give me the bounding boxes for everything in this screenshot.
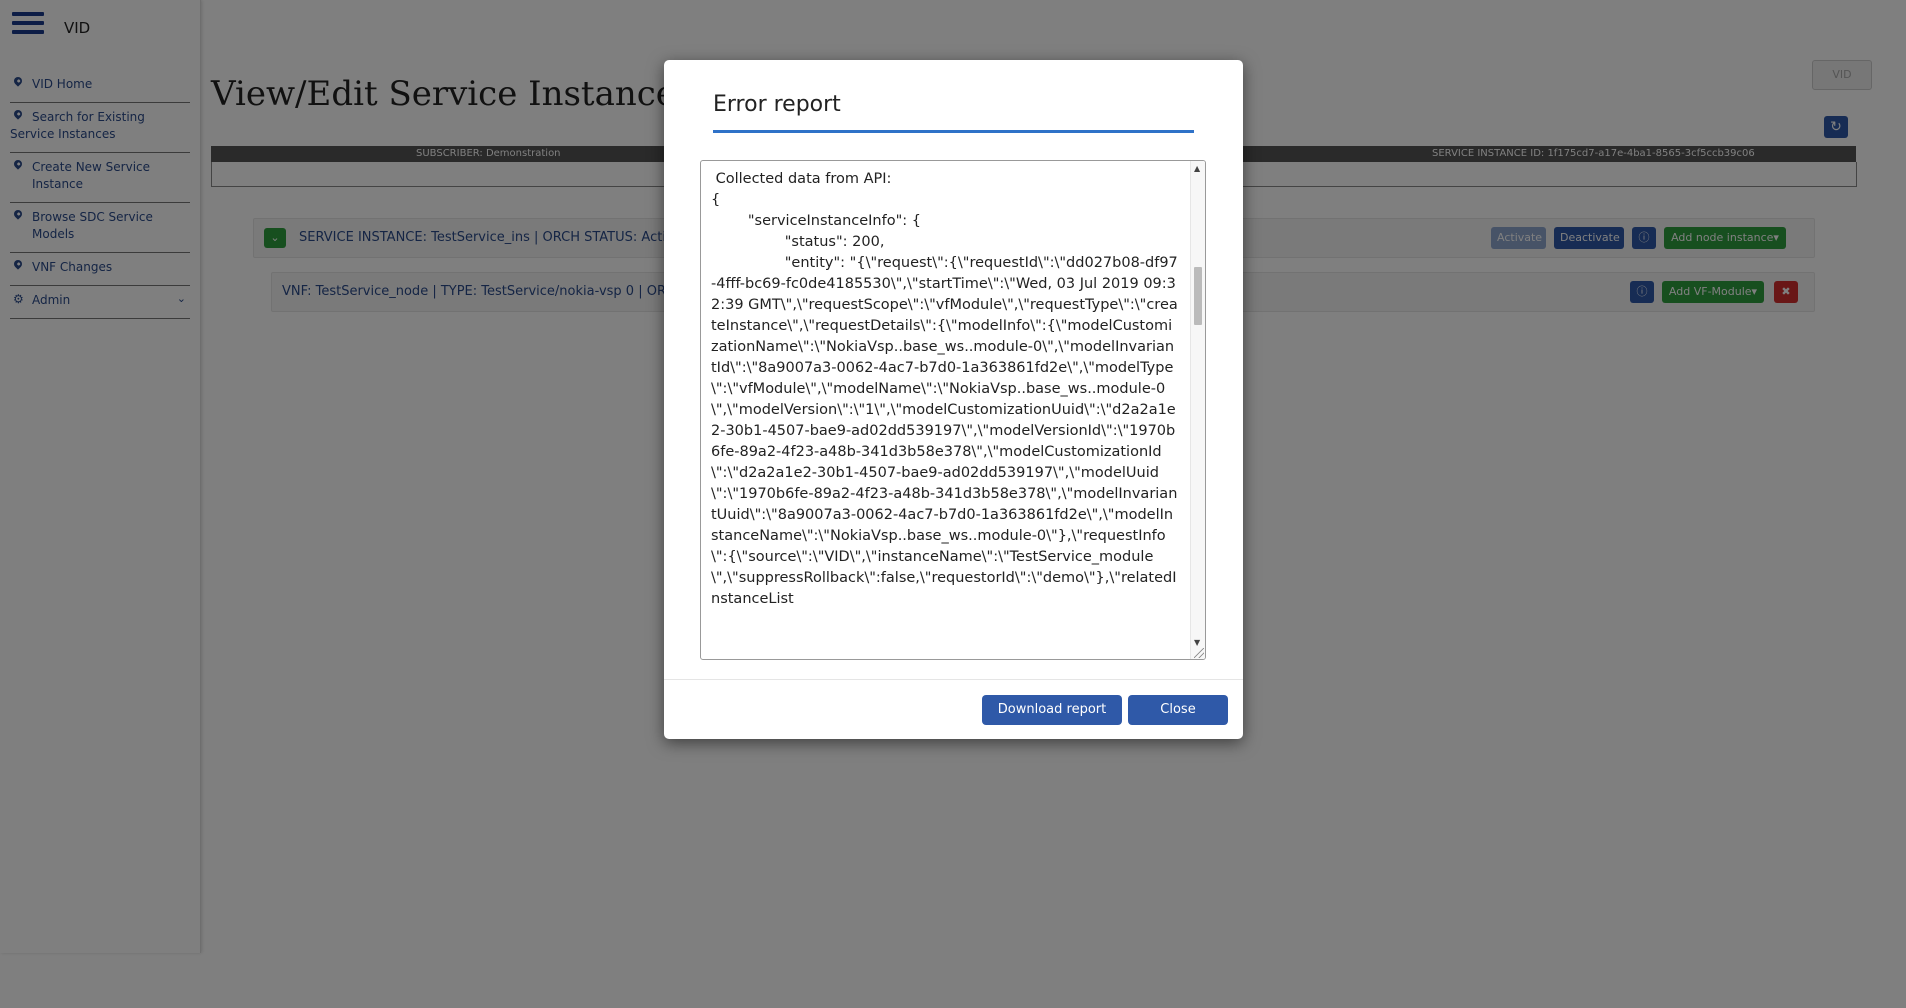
scroll-down-icon[interactable]: ▼ xyxy=(1194,638,1200,647)
scroll-thumb[interactable] xyxy=(1194,267,1202,325)
resize-grip-icon[interactable] xyxy=(1194,648,1204,658)
error-report-modal: Error report Collected data from API: { … xyxy=(664,60,1243,739)
modal-title: Error report xyxy=(713,92,841,117)
modal-footer-divider xyxy=(664,679,1243,680)
download-report-button[interactable]: Download report xyxy=(982,695,1122,725)
report-scrollbar[interactable]: ▲ ▼ xyxy=(1190,161,1205,659)
scroll-up-icon[interactable]: ▲ xyxy=(1194,164,1200,173)
close-button[interactable]: Close xyxy=(1128,695,1228,725)
error-report-textarea[interactable]: Collected data from API: { "serviceInsta… xyxy=(700,160,1206,660)
error-report-text: Collected data from API: { "serviceInsta… xyxy=(711,171,1178,607)
title-underline xyxy=(713,130,1194,133)
